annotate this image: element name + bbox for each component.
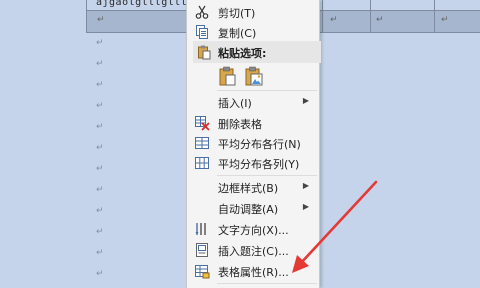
paragraph-mark: ↵ bbox=[96, 227, 104, 237]
cell-mark: ↵ bbox=[376, 15, 384, 25]
menu-item-text-direction[interactable]: 文字方向(X)... bbox=[187, 219, 319, 239]
submenu-arrow-icon: ▶ bbox=[302, 181, 309, 190]
menu-item-label: 复制(C) bbox=[218, 27, 257, 40]
paragraph-mark: ↵ bbox=[96, 59, 104, 69]
context-menu[interactable]: 剪切(T) 复制(C) 粘贴选项: 插入(I) ▶ 删除表格 平均分布各行(N)… bbox=[186, 0, 321, 288]
cell-mark: ↵ bbox=[441, 15, 449, 25]
menu-item-label: 边框样式(B) bbox=[218, 182, 279, 195]
menu-item-label: 自动调整(A) bbox=[218, 203, 279, 216]
paragraph-mark: ↵ bbox=[96, 143, 104, 153]
menu-separator bbox=[217, 90, 317, 91]
menu-item-border-styles[interactable]: 边框样式(B) ▶ bbox=[187, 177, 319, 197]
menu-item-label: 平均分布各行(N) bbox=[218, 138, 301, 151]
menu-item-distribute-columns[interactable]: 平均分布各列(Y) bbox=[187, 153, 319, 173]
menu-item-insert[interactable]: 插入(I) ▶ bbox=[187, 92, 319, 112]
paragraph-mark: ↵ bbox=[96, 206, 104, 216]
table-border bbox=[86, 0, 87, 33]
paragraph-mark: ↵ bbox=[96, 269, 104, 279]
menu-item-label: 剪切(T) bbox=[218, 7, 256, 20]
distribute-rows-icon bbox=[194, 135, 210, 151]
copy-icon bbox=[194, 24, 210, 40]
insert-caption-icon bbox=[194, 242, 210, 258]
menu-item-label: 表格属性(R)... bbox=[218, 266, 289, 279]
menu-item-distribute-rows[interactable]: 平均分布各行(N) bbox=[187, 133, 319, 153]
menu-item-cut[interactable]: 剪切(T) bbox=[187, 2, 319, 22]
distribute-columns-icon bbox=[194, 155, 210, 171]
cell-mark: ↵ bbox=[97, 15, 105, 25]
paragraph-mark: ↵ bbox=[96, 101, 104, 111]
table-border bbox=[370, 0, 371, 33]
menu-item-copy[interactable]: 复制(C) bbox=[187, 22, 319, 42]
table-border bbox=[434, 0, 435, 33]
paragraph-mark: ↵ bbox=[96, 164, 104, 174]
menu-item-label: 平均分布各列(Y) bbox=[218, 158, 300, 171]
table-properties-icon bbox=[194, 263, 210, 279]
paste-options-header: 粘贴选项: bbox=[193, 41, 321, 63]
submenu-arrow-icon: ▶ bbox=[302, 96, 309, 105]
cell-mark: ↵ bbox=[330, 15, 338, 25]
menu-item-label: 删除表格 bbox=[218, 118, 262, 131]
paste-as-picture-button[interactable] bbox=[243, 65, 265, 87]
scissors-icon bbox=[194, 4, 210, 20]
paragraph-mark: ↵ bbox=[96, 248, 104, 258]
paragraph-mark: ↵ bbox=[96, 122, 104, 132]
menu-separator bbox=[217, 283, 317, 284]
menu-item-table-properties[interactable]: 表格属性(R)... bbox=[187, 261, 319, 281]
menu-item-autofit[interactable]: 自动调整(A) ▶ bbox=[187, 198, 319, 218]
paragraph-mark: ↵ bbox=[96, 185, 104, 195]
paragraph-mark: ↵ bbox=[96, 38, 104, 48]
table-border bbox=[322, 0, 323, 33]
delete-table-icon bbox=[194, 115, 210, 131]
paragraph-mark: ↵ bbox=[96, 80, 104, 90]
submenu-arrow-icon: ▶ bbox=[302, 202, 309, 211]
table-cell-text: ajgaolglllglllj bbox=[96, 0, 194, 8]
menu-item-label: 插入(I) bbox=[218, 97, 252, 110]
menu-item-delete-table[interactable]: 删除表格 bbox=[187, 113, 319, 133]
menu-item-label: 插入题注(C)... bbox=[218, 245, 289, 258]
paste-keep-formatting-button[interactable] bbox=[217, 65, 239, 87]
paste-icon bbox=[196, 44, 212, 60]
menu-separator bbox=[217, 175, 317, 176]
menu-item-label: 文字方向(X)... bbox=[218, 224, 289, 237]
menu-item-label: 粘贴选项: bbox=[218, 47, 267, 60]
text-direction-icon bbox=[194, 221, 210, 237]
menu-item-insert-caption[interactable]: 插入题注(C)... bbox=[187, 240, 319, 260]
